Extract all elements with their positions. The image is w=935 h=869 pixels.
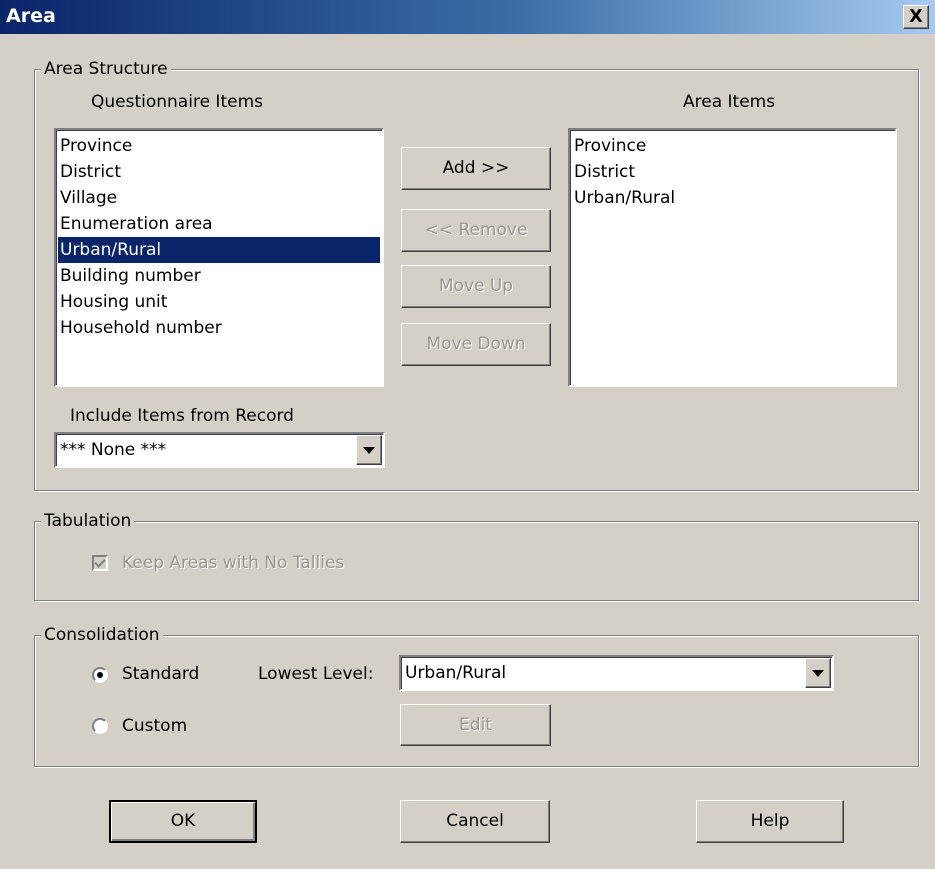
help-button[interactable]: Help (696, 800, 844, 843)
list-item[interactable]: Building number (58, 263, 380, 289)
add-button[interactable]: Add >> (401, 147, 551, 190)
standard-radio[interactable] (92, 667, 108, 683)
list-item[interactable]: Housing unit (58, 289, 380, 315)
add-button-label: Add >> (442, 158, 510, 178)
consolidation-label: Consolidation (41, 625, 163, 645)
list-item[interactable]: Province (572, 133, 893, 159)
list-item[interactable]: Province (58, 133, 380, 159)
remove-button-label: << Remove (424, 220, 528, 240)
list-item[interactable]: Urban/Rural (58, 237, 380, 263)
close-button[interactable]: X (903, 5, 929, 29)
window-title: Area (6, 5, 56, 27)
edit-button[interactable]: Edit (400, 704, 551, 746)
move-down-button[interactable]: Move Down (401, 323, 551, 366)
lowest-level-value: Urban/Rural (405, 663, 507, 683)
title-bar: Area X (0, 0, 935, 34)
standard-radio-label: Standard (122, 664, 200, 684)
lowest-level-combo[interactable]: Urban/Rural (399, 655, 834, 691)
list-item[interactable]: District (58, 159, 380, 185)
chevron-down-icon[interactable] (356, 435, 382, 465)
tabulation-label: Tabulation (41, 511, 135, 531)
include-items-value: *** None *** (60, 440, 167, 460)
questionnaire-items-label: Questionnaire Items (91, 92, 263, 112)
ok-button-label: OK (170, 811, 196, 831)
lowest-level-label: Lowest Level: (258, 664, 374, 684)
list-item[interactable]: Village (58, 185, 380, 211)
move-up-button[interactable]: Move Up (401, 265, 551, 308)
edit-button-label: Edit (459, 715, 492, 735)
include-items-combo[interactable]: *** None *** (54, 432, 385, 468)
list-item[interactable]: Urban/Rural (572, 185, 893, 211)
include-items-label: Include Items from Record (70, 406, 294, 426)
list-item[interactable]: District (572, 159, 893, 185)
cancel-button[interactable]: Cancel (400, 800, 550, 843)
list-item[interactable]: Household number (58, 315, 380, 341)
cancel-button-label: Cancel (446, 811, 504, 831)
keep-areas-label: Keep Areas with No Tallies (122, 553, 345, 573)
remove-button[interactable]: << Remove (401, 209, 551, 252)
move-up-button-label: Move Up (438, 276, 514, 296)
ok-button[interactable]: OK (109, 800, 257, 843)
custom-radio[interactable] (92, 718, 108, 734)
move-down-button-label: Move Down (426, 334, 526, 354)
area-items-list[interactable]: Province District Urban/Rural (568, 128, 897, 387)
chevron-down-icon[interactable] (805, 658, 831, 688)
help-button-label: Help (750, 811, 790, 831)
questionnaire-items-list[interactable]: Province District Village Enumeration area U… (54, 128, 384, 387)
area-structure-label: Area Structure (41, 59, 171, 79)
list-item[interactable]: Enumeration area (58, 211, 380, 237)
keep-areas-checkbox[interactable] (92, 555, 108, 571)
close-icon: X (909, 6, 923, 27)
area-items-label: Area Items (683, 92, 776, 112)
custom-radio-label: Custom (122, 716, 188, 736)
